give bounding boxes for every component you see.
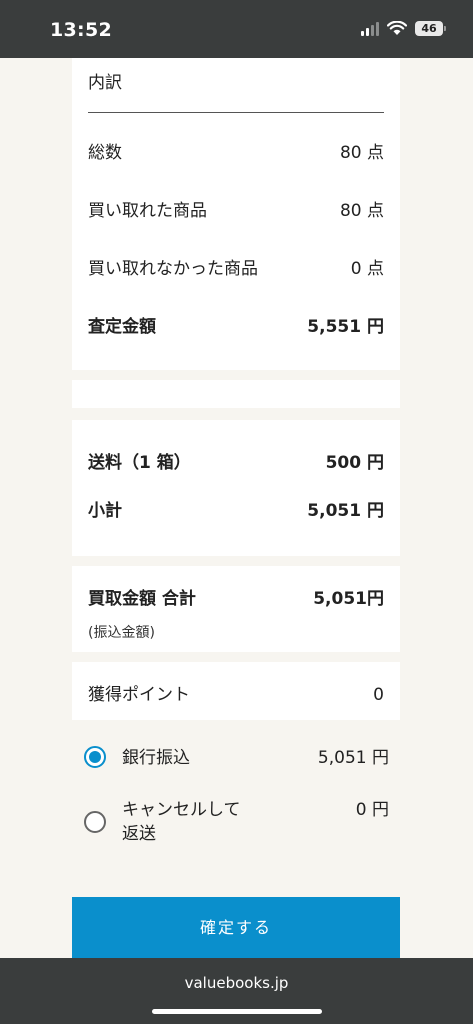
row-subtotal: 小計 5,051 円 — [88, 496, 384, 521]
row-value: 5,051 円 — [307, 501, 384, 521]
row-not-purchased-items: 買い取れなかった商品 0 点 — [88, 254, 384, 279]
row-label: 買取金額 合計 — [88, 589, 196, 609]
divider — [88, 112, 384, 113]
payment-option-label: キャンセルして返送 — [122, 800, 241, 844]
points-card: 獲得ポイント 0 — [72, 662, 400, 720]
breakdown-card: 内訳 総数 80 点 買い取れた商品 80 点 買い取れなかった商品 0 点 査… — [72, 58, 400, 370]
payment-option-bank-transfer[interactable]: 銀行振込 5,051 円 — [84, 746, 389, 770]
row-appraisal-amount: 査定金額 5,551 円 — [88, 312, 384, 337]
row-label: 買い取れた商品 — [88, 201, 207, 221]
row-value: 500 円 — [325, 453, 384, 473]
battery-icon: 46 — [415, 20, 446, 36]
status-bar: 13:52 46 — [0, 0, 473, 58]
payment-option-label: 銀行振込 — [122, 748, 190, 768]
row-shipping-fee: 送料（1 箱） 500 円 — [88, 448, 384, 473]
breakdown-heading-text: 内訳 — [88, 73, 122, 93]
row-label: 買い取れなかった商品 — [88, 259, 258, 279]
status-time: 13:52 — [50, 19, 112, 41]
row-value: 5,051円 — [313, 589, 384, 609]
fees-card: 送料（1 箱） 500 円 小計 5,051 円 — [72, 420, 400, 556]
row-label: 小計 — [88, 501, 122, 521]
confirm-button[interactable]: 確定する — [72, 897, 400, 958]
transfer-amount-note: (振込金額) — [88, 625, 155, 641]
signal-icon — [361, 20, 379, 36]
spacer-card — [72, 380, 400, 408]
row-value: 80 点 — [339, 201, 384, 221]
payment-option-value: 0 円 — [355, 800, 389, 820]
row-label: 査定金額 — [88, 317, 156, 337]
status-icons: 46 — [361, 20, 446, 36]
row-total-count: 総数 80 点 — [88, 138, 384, 163]
breakdown-heading: 内訳 — [88, 68, 384, 93]
payment-option-cancel-return[interactable]: キャンセルして返送 0 円 — [84, 798, 389, 846]
row-label: 送料（1 箱） — [88, 453, 191, 473]
row-value: 0 — [373, 685, 384, 705]
address-url[interactable]: valuebooks.jp — [0, 958, 473, 992]
row-label: 獲得ポイント — [88, 685, 190, 705]
row-earned-points: 獲得ポイント 0 — [88, 680, 384, 705]
row-purchased-items: 買い取れた商品 80 点 — [88, 196, 384, 221]
radio-selected-icon[interactable] — [84, 746, 106, 768]
row-value: 0 点 — [350, 259, 384, 279]
row-value: 80 点 — [339, 143, 384, 163]
row-purchase-total: 買取金額 合計 5,051円 — [88, 584, 384, 609]
payment-option-value: 5,051 円 — [317, 748, 389, 768]
order-summary: 内訳 総数 80 点 買い取れた商品 80 点 買い取れなかった商品 0 点 査… — [0, 58, 473, 958]
home-indicator — [152, 1009, 322, 1014]
browser-address-bar[interactable]: valuebooks.jp — [0, 958, 473, 1024]
row-value: 5,551 円 — [307, 317, 384, 337]
radio-unselected-icon[interactable] — [84, 811, 106, 833]
row-label: 総数 — [88, 143, 122, 163]
total-card: 買取金額 合計 5,051円 (振込金額) — [72, 566, 400, 652]
wifi-icon — [387, 20, 407, 35]
